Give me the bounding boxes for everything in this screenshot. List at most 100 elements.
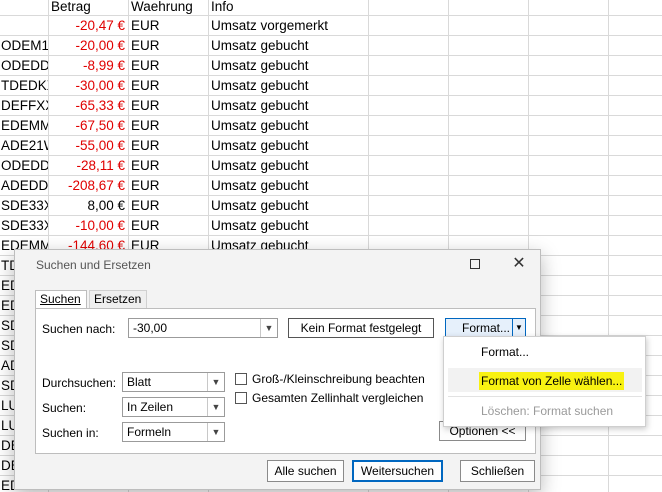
header-cell-waehrung[interactable]: Waehrung [129, 0, 209, 16]
table-cell-c[interactable]: EUR [129, 16, 209, 36]
table-cell-d[interactable]: Umsatz vorgemerkt [209, 16, 369, 36]
empty-cell[interactable] [369, 76, 449, 96]
empty-cell[interactable] [529, 256, 609, 276]
table-cell-b[interactable]: -10,00 € [49, 216, 129, 236]
empty-cell[interactable] [529, 456, 609, 476]
table-cell-a[interactable]: ODEDDX [0, 56, 49, 76]
table-cell-a[interactable]: ODEM1G [0, 36, 49, 56]
table-cell-b[interactable]: -8,99 € [49, 56, 129, 76]
table-cell-d[interactable]: Umsatz gebucht [209, 96, 369, 116]
empty-cell[interactable] [369, 156, 449, 176]
table-cell-c[interactable]: EUR [129, 216, 209, 236]
chevron-down-icon[interactable]: ▼ [207, 373, 224, 391]
empty-cell[interactable] [449, 36, 529, 56]
find-next-button[interactable]: Weitersuchen [352, 460, 443, 482]
empty-cell[interactable] [449, 216, 529, 236]
empty-cell[interactable] [529, 0, 609, 16]
maximize-icon[interactable] [465, 255, 485, 273]
match-case-checkbox[interactable] [235, 373, 247, 385]
empty-cell[interactable] [609, 176, 662, 196]
table-cell-d[interactable]: Umsatz gebucht [209, 196, 369, 216]
empty-cell[interactable] [529, 216, 609, 236]
empty-cell[interactable] [529, 176, 609, 196]
empty-cell[interactable] [609, 296, 662, 316]
empty-cell[interactable] [449, 76, 529, 96]
empty-cell[interactable] [369, 0, 449, 16]
table-cell-b[interactable]: -30,00 € [49, 76, 129, 96]
empty-cell[interactable] [609, 76, 662, 96]
empty-cell[interactable] [609, 0, 662, 16]
empty-cell[interactable] [609, 196, 662, 216]
format-button-label[interactable]: Format... [462, 319, 510, 337]
empty-cell[interactable] [609, 316, 662, 336]
table-cell-b[interactable]: -65,33 € [49, 96, 129, 116]
table-cell-b[interactable]: 8,00 € [49, 196, 129, 216]
table-cell-a[interactable]: ADE21W [0, 136, 49, 156]
empty-cell[interactable] [449, 16, 529, 36]
empty-cell[interactable] [609, 436, 662, 456]
header-cell-a[interactable] [0, 0, 49, 16]
empty-cell[interactable] [529, 36, 609, 56]
empty-cell[interactable] [609, 476, 662, 492]
table-cell-c[interactable]: EUR [129, 176, 209, 196]
empty-cell[interactable] [609, 36, 662, 56]
empty-cell[interactable] [449, 56, 529, 76]
table-cell-d[interactable]: Umsatz gebucht [209, 156, 369, 176]
empty-cell[interactable] [369, 96, 449, 116]
empty-cell[interactable] [609, 156, 662, 176]
empty-cell[interactable] [609, 136, 662, 156]
empty-cell[interactable] [449, 136, 529, 156]
empty-cell[interactable] [369, 16, 449, 36]
tab-suchen[interactable]: Suchen [35, 290, 87, 309]
empty-cell[interactable] [529, 156, 609, 176]
empty-cell[interactable] [529, 196, 609, 216]
table-cell-a[interactable]: EDEMM4 [0, 116, 49, 136]
dialog-titlebar[interactable]: Suchen und Ersetzen ✕ [15, 250, 540, 280]
table-cell-b[interactable]: -55,00 € [49, 136, 129, 156]
chevron-down-icon[interactable]: ▼ [512, 319, 525, 337]
empty-cell[interactable] [609, 456, 662, 476]
empty-cell[interactable] [369, 36, 449, 56]
menu-item-format-from-cell[interactable]: Format von Zelle wählen... [479, 372, 625, 390]
empty-cell[interactable] [449, 96, 529, 116]
empty-cell[interactable] [529, 316, 609, 336]
empty-cell[interactable] [369, 216, 449, 236]
table-cell-c[interactable]: EUR [129, 116, 209, 136]
table-cell-b[interactable]: -208,67 € [49, 176, 129, 196]
table-cell-a[interactable]: TDEDKX [0, 76, 49, 96]
empty-cell[interactable] [609, 96, 662, 116]
table-cell-c[interactable]: EUR [129, 136, 209, 156]
empty-cell[interactable] [609, 276, 662, 296]
empty-cell[interactable] [529, 136, 609, 156]
find-all-button[interactable]: Alle suchen [267, 460, 344, 482]
empty-cell[interactable] [449, 156, 529, 176]
table-cell-d[interactable]: Umsatz gebucht [209, 56, 369, 76]
empty-cell[interactable] [449, 176, 529, 196]
empty-cell[interactable] [529, 236, 609, 256]
table-cell-b[interactable]: -20,00 € [49, 36, 129, 56]
header-cell-betrag[interactable]: Betrag [49, 0, 129, 16]
empty-cell[interactable] [369, 116, 449, 136]
table-cell-d[interactable]: Umsatz gebucht [209, 136, 369, 156]
table-cell-c[interactable]: EUR [129, 56, 209, 76]
empty-cell[interactable] [529, 76, 609, 96]
empty-cell[interactable] [529, 276, 609, 296]
empty-cell[interactable] [449, 196, 529, 216]
empty-cell[interactable] [609, 216, 662, 236]
chevron-down-icon[interactable]: ▼ [260, 319, 277, 337]
empty-cell[interactable] [609, 256, 662, 276]
table-cell-c[interactable]: EUR [129, 96, 209, 116]
table-cell-d[interactable]: Umsatz gebucht [209, 76, 369, 96]
empty-cell[interactable] [369, 56, 449, 76]
menu-item-format[interactable]: Format... [481, 345, 529, 359]
empty-cell[interactable] [449, 116, 529, 136]
table-cell-d[interactable]: Umsatz gebucht [209, 116, 369, 136]
empty-cell[interactable] [529, 436, 609, 456]
table-cell-d[interactable]: Umsatz gebucht [209, 216, 369, 236]
table-cell-d[interactable]: Umsatz gebucht [209, 36, 369, 56]
table-cell-a[interactable]: SDE33X [0, 216, 49, 236]
header-cell-info[interactable]: Info [209, 0, 369, 16]
empty-cell[interactable] [529, 16, 609, 36]
table-cell-a[interactable]: SDE33X [0, 196, 49, 216]
within-select[interactable]: Blatt ▼ [122, 372, 225, 392]
